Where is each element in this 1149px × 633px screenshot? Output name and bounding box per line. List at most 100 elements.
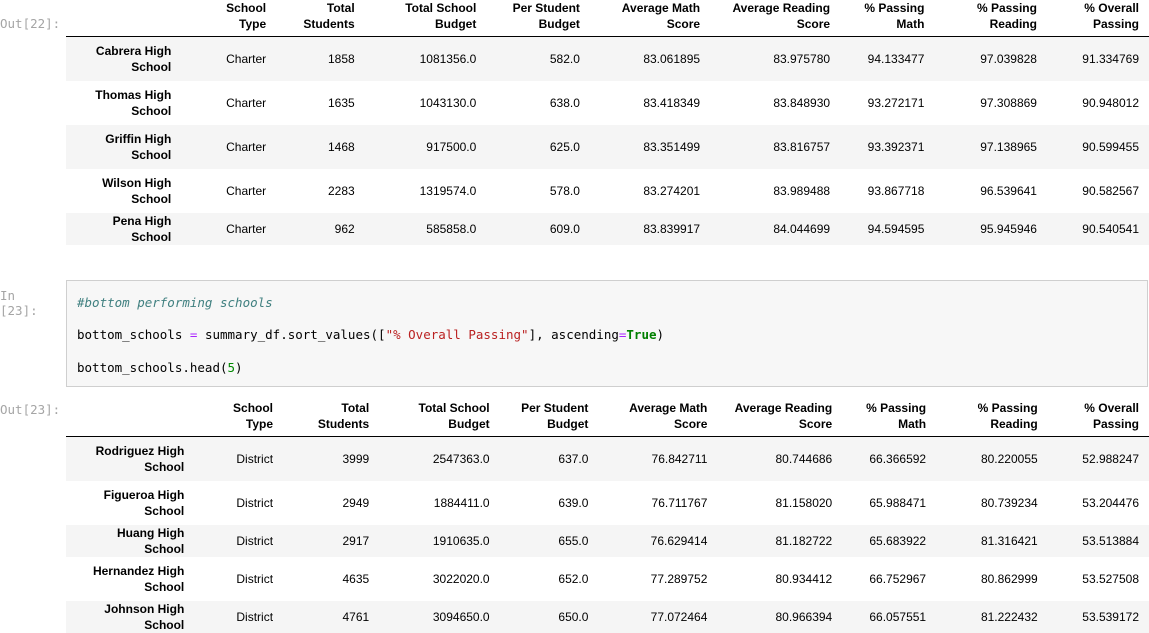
table-cell: 3094650.0 (432, 609, 490, 624)
output-prompt-23: Out[23]: (0, 402, 61, 417)
table-cell: Charter (226, 183, 267, 198)
school-name-text: School (144, 503, 185, 518)
table-cell: 66.057551 (869, 609, 927, 624)
output-prompt-22: Out[22]: (0, 16, 61, 31)
column-header-text: Score (798, 417, 833, 431)
table-row: Huang High School District 2917 1910635.0 65… (66, 524, 1149, 557)
table-cell: 76.629414 (650, 533, 708, 548)
school-name-text: Wilson High (102, 175, 172, 190)
table-cell: 83.848930 (773, 95, 831, 110)
table-cell: 90.948012 (1082, 95, 1139, 110)
school-name-text: School (131, 191, 172, 206)
column-header: School Type (181, 0, 277, 37)
table-row: Rodriguez High School District 3999 2547363.… (66, 436, 1149, 481)
table-cell: 84.044699 (773, 221, 831, 236)
table-cell: 578.0 (549, 183, 580, 198)
column-header: Average Reading Score (710, 0, 841, 37)
column-header: % Passing Math (842, 400, 937, 437)
column-header-text: Budget (435, 17, 477, 31)
row-index-label: Pena High School (66, 213, 181, 245)
top-schools-table: School Type Total Students Total School Budge… (66, 0, 1149, 245)
column-header-text: Average Reading (734, 401, 833, 415)
column-header: School Type (194, 400, 284, 437)
table-row: Cabrera High School Charter 1858 1081356.0 58… (66, 36, 1149, 81)
table-cell: District (236, 451, 274, 466)
column-header-text: Score (796, 17, 831, 31)
column-header-text: Total School (405, 1, 477, 15)
table-cell: 66.752967 (869, 571, 927, 586)
table-cell: 1043130.0 (419, 95, 477, 110)
table-cell: 90.599455 (1082, 139, 1139, 154)
table-cell: 52.988247 (1082, 451, 1139, 466)
school-name-text: School (144, 459, 185, 474)
row-index-label: Griffin High School (66, 125, 181, 169)
table-cell: 83.274201 (643, 183, 701, 198)
column-header-text: School (233, 401, 274, 415)
column-header-text: Math (898, 417, 927, 431)
table-cell: 4635 (342, 571, 370, 586)
column-header: Per Student Budget (486, 0, 590, 37)
school-name-text: School (131, 103, 172, 118)
school-name-text: Griffin High (105, 131, 172, 146)
table-cell: 3999 (342, 451, 370, 466)
table-cell: District (236, 495, 274, 510)
column-header-text: Passing (1092, 17, 1139, 31)
table-cell: 2917 (342, 533, 370, 548)
table-cell: 650.0 (558, 609, 589, 624)
table-cell: 83.816757 (773, 139, 831, 154)
row-index-label: Cabrera High School (66, 37, 181, 81)
table-cell: 94.133477 (867, 51, 925, 66)
school-name-text: Cabrera High (95, 43, 172, 58)
table-cell: 637.0 (558, 451, 589, 466)
table-cell: 625.0 (549, 139, 580, 154)
table-cell: 53.539172 (1082, 609, 1139, 624)
table-cell: 652.0 (558, 571, 589, 586)
row-index-label: Figueroa High School (66, 481, 194, 525)
row-index-label: Huang High School (66, 525, 194, 557)
table-cell: Charter (226, 139, 267, 154)
table-cell: 83.989488 (773, 183, 831, 198)
table-cell: 97.039828 (980, 51, 1037, 66)
table-cell: 80.934412 (775, 571, 833, 586)
table-row: Figueroa High School District 2949 1884411.0… (66, 480, 1149, 525)
table-cell: 76.711767 (651, 495, 708, 510)
school-name-text: School (131, 59, 172, 74)
table-header-row: School Type Total Students Total School Budge… (66, 0, 1149, 37)
code-input-cell[interactable]: #bottom performing schools bottom_school… (66, 280, 1148, 387)
column-header-text: School (226, 1, 267, 15)
column-header: % Overall Passing (1047, 400, 1149, 437)
column-header-text: Total (341, 401, 370, 415)
table-cell: 90.582567 (1082, 183, 1139, 198)
column-header: Average Reading Score (717, 400, 843, 437)
table-cell: Charter (226, 51, 267, 66)
table-cell: 94.594595 (867, 221, 925, 236)
column-header: % Passing Reading (934, 0, 1047, 37)
table-cell: 638.0 (549, 95, 580, 110)
column-header: Total Students (276, 0, 365, 37)
table-cell: District (236, 571, 274, 586)
table-cell: 53.527508 (1082, 571, 1139, 586)
column-header-text: Budget (448, 417, 490, 431)
school-name-text: Figueroa High (103, 487, 185, 502)
column-header-text: % Passing (866, 401, 927, 415)
school-name-text: Huang High School (116, 525, 185, 556)
column-header-text: Reading (990, 417, 1038, 431)
school-name-text: Rodriguez High (95, 443, 185, 458)
table-header-row: School Type Total Students Total School Budge… (66, 400, 1149, 437)
bottom-schools-output: School Type Total Students Total School Budge… (66, 400, 1149, 633)
table-cell: 1858 (327, 51, 355, 66)
table-cell: 80.744686 (775, 451, 833, 466)
table-cell: Charter (226, 221, 267, 236)
table-cell: 97.138965 (980, 139, 1037, 154)
table-cell: 585858.0 (426, 221, 477, 236)
column-header-text: % Passing (977, 401, 1038, 415)
column-header-text: Score (674, 417, 708, 431)
column-header: % Passing Reading (936, 400, 1048, 437)
table-cell: 83.351499 (643, 139, 701, 154)
table-cell: 80.220055 (980, 451, 1038, 466)
column-header-text: Budget (538, 17, 580, 31)
column-header-text: % Passing (864, 1, 925, 15)
table-cell: 53.513884 (1082, 533, 1139, 548)
column-header-text: % Overall (1084, 401, 1139, 415)
table-cell: 93.867718 (867, 183, 925, 198)
